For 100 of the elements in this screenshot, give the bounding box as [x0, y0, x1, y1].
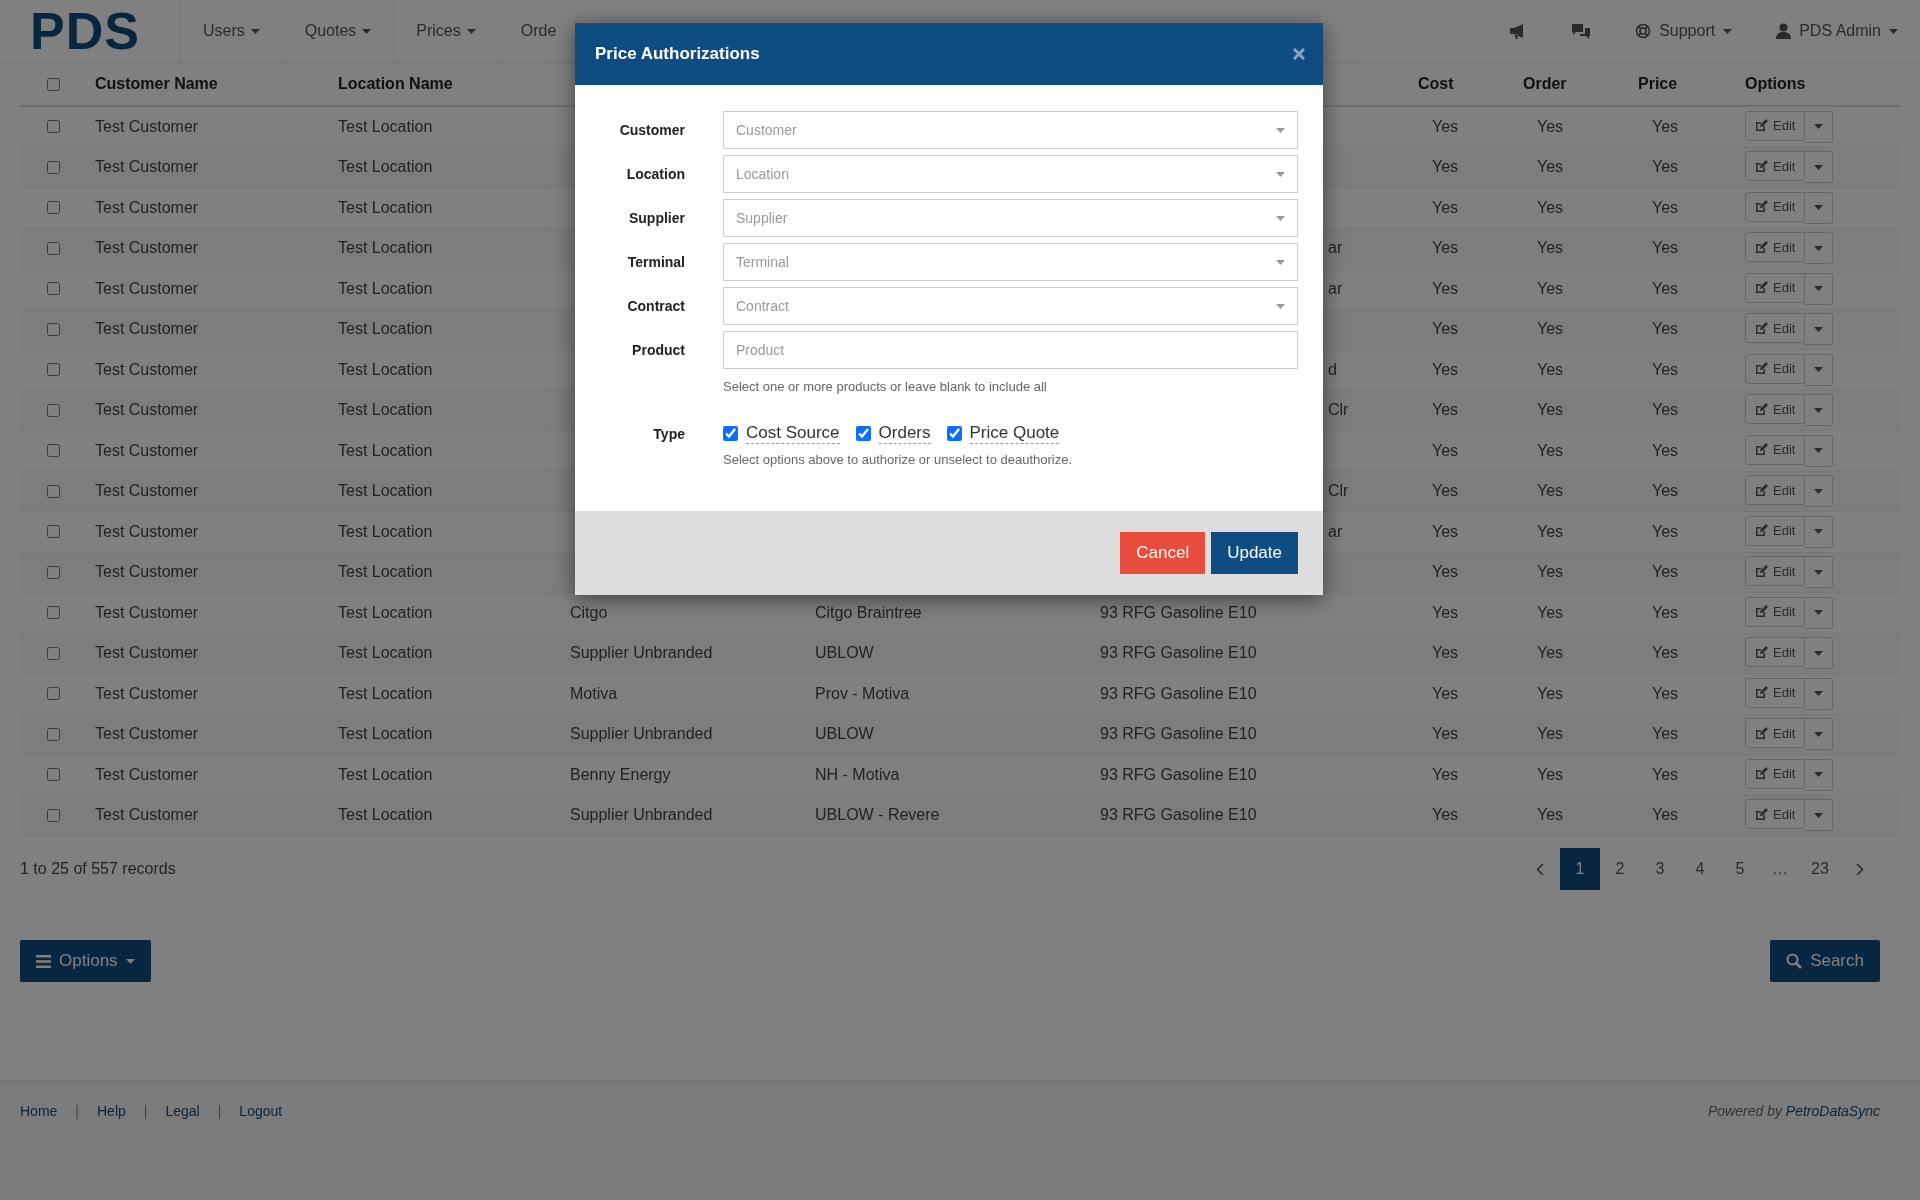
edit-button[interactable]: Edit: [1745, 475, 1806, 506]
row-checkbox[interactable]: [47, 565, 60, 579]
row-checkbox[interactable]: [47, 808, 60, 822]
edit-button[interactable]: Edit: [1745, 556, 1806, 587]
table-cell-text: UBLOW - Revere: [815, 806, 941, 825]
select-field[interactable]: Terminal: [723, 243, 1298, 281]
dropdown-button[interactable]: [1805, 677, 1834, 710]
edit-button[interactable]: Edit: [1745, 313, 1806, 344]
input-field[interactable]: Product: [723, 331, 1298, 369]
user-menu[interactable]: Support: [1613, 22, 1755, 40]
checkbox-label[interactable]: Orders: [878, 423, 931, 445]
page-button[interactable]: …: [1760, 848, 1800, 890]
dropdown-button[interactable]: [1805, 799, 1834, 832]
edit-button[interactable]: Edit: [1745, 110, 1806, 141]
caret-icon: [1814, 691, 1824, 697]
checkbox-label[interactable]: Price Quote: [969, 423, 1060, 445]
row-checkbox[interactable]: [47, 727, 60, 741]
nav-menu[interactable]: Quotes: [281, 0, 394, 62]
dropdown-button[interactable]: [1805, 353, 1834, 386]
edit-button[interactable]: Edit: [1745, 596, 1806, 627]
dropdown-button[interactable]: [1805, 637, 1834, 670]
checkbox[interactable]: [723, 426, 738, 442]
close-icon[interactable]: [1293, 48, 1305, 60]
checkbox[interactable]: [855, 426, 871, 442]
dropdown-button[interactable]: [1805, 596, 1834, 629]
select-field[interactable]: Location: [723, 155, 1298, 193]
checkbox[interactable]: [946, 426, 962, 442]
footer-link[interactable]: Logout: [239, 1103, 283, 1200]
row-checkbox[interactable]: [47, 403, 60, 417]
dropdown-button[interactable]: [1805, 191, 1834, 224]
edit-button[interactable]: Edit: [1745, 353, 1806, 384]
table-cell-text: Yes: [1431, 482, 1460, 501]
dropdown-button[interactable]: [1805, 475, 1834, 508]
row-checkbox[interactable]: [47, 606, 60, 620]
page-button[interactable]: 2: [1600, 848, 1640, 890]
edit-button[interactable]: Edit: [1745, 637, 1806, 668]
dropdown-button[interactable]: [1805, 232, 1834, 265]
table-cell-text: Yes: [1536, 117, 1565, 136]
previous-page-icon[interactable]: [1536, 862, 1544, 876]
edit-button[interactable]: Edit: [1745, 434, 1806, 465]
user-icon: [1776, 23, 1792, 39]
dropdown-button[interactable]: [1805, 718, 1834, 751]
page-button[interactable]: 1: [1560, 848, 1600, 890]
row-checkbox[interactable]: [47, 646, 60, 660]
edit-button[interactable]: Edit: [1745, 515, 1806, 546]
cancel-button[interactable]: Cancel: [1120, 532, 1206, 575]
select-field[interactable]: Customer: [723, 111, 1298, 149]
select-field[interactable]: Supplier: [723, 199, 1298, 237]
user-menu[interactable]: PDS Admin: [1754, 22, 1920, 40]
row-checkbox[interactable]: [47, 363, 60, 377]
edit-button[interactable]: Edit: [1745, 677, 1806, 708]
edit-button[interactable]: Edit: [1745, 191, 1806, 222]
row-checkbox[interactable]: [47, 484, 60, 498]
search-button[interactable]: Search: [1770, 940, 1880, 982]
row-checkbox[interactable]: [47, 768, 60, 782]
dropdown-button[interactable]: [1805, 434, 1834, 467]
options-button[interactable]: Options: [20, 940, 151, 982]
edit-button[interactable]: Edit: [1745, 151, 1806, 182]
next-page-icon[interactable]: [1856, 862, 1864, 876]
table-cell-text: Test Customer: [95, 320, 200, 339]
row-checkbox[interactable]: [47, 120, 60, 134]
dropdown-button[interactable]: [1805, 272, 1834, 305]
nav-menu[interactable]: Prices: [393, 0, 498, 62]
chat-icon[interactable]: [1571, 23, 1592, 39]
edit-button[interactable]: Edit: [1745, 394, 1806, 425]
page-button[interactable]: 4: [1680, 848, 1720, 890]
update-button[interactable]: Update: [1211, 532, 1298, 575]
row-checkbox[interactable]: [47, 160, 60, 174]
edit-button[interactable]: Edit: [1745, 758, 1806, 789]
footer-link[interactable]: Home: [20, 1103, 58, 1200]
dropdown-button[interactable]: [1805, 313, 1834, 346]
page-button[interactable]: 23: [1800, 848, 1840, 890]
row-checkbox[interactable]: [47, 241, 60, 255]
dropdown-button[interactable]: [1805, 758, 1834, 791]
nav-menu[interactable]: Users: [179, 0, 282, 62]
row-checkbox[interactable]: [47, 444, 60, 458]
footer-link[interactable]: Help: [97, 1103, 126, 1200]
footer-link[interactable]: Legal: [165, 1103, 200, 1200]
row-checkbox[interactable]: [47, 201, 60, 215]
row-checkbox[interactable]: [47, 525, 60, 539]
page-button[interactable]: 5: [1720, 848, 1760, 890]
dropdown-button[interactable]: [1805, 515, 1834, 548]
dropdown-button[interactable]: [1805, 394, 1834, 427]
table-cell-text: Yes: [1536, 198, 1565, 217]
edit-button[interactable]: Edit: [1745, 718, 1806, 749]
dropdown-button[interactable]: [1805, 151, 1834, 184]
checkbox-label[interactable]: Cost Source: [746, 423, 840, 445]
dropdown-button[interactable]: [1805, 110, 1834, 143]
row-checkbox[interactable]: [47, 282, 60, 296]
select-all-checkbox[interactable]: [47, 77, 60, 91]
brand-link[interactable]: PetroDataSync: [1785, 1103, 1880, 1119]
edit-button[interactable]: Edit: [1745, 799, 1806, 830]
page-button[interactable]: 3: [1640, 848, 1680, 890]
row-checkbox[interactable]: [47, 687, 60, 701]
edit-button[interactable]: Edit: [1745, 232, 1806, 263]
edit-button[interactable]: Edit: [1745, 272, 1806, 303]
dropdown-button[interactable]: [1805, 556, 1834, 589]
logo[interactable]: PDS: [30, 5, 140, 57]
select-field[interactable]: Contract: [723, 287, 1298, 325]
row-checkbox[interactable]: [47, 322, 60, 336]
